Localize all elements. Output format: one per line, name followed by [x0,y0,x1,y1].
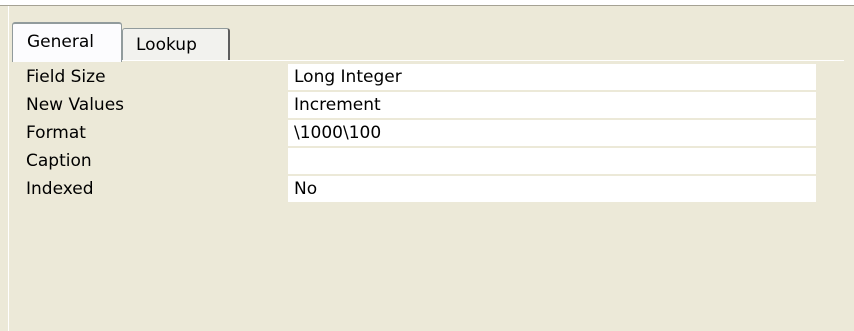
properties-list: Field Size Long Integer New Values Incre… [26,64,820,204]
property-label: New Values [26,95,125,115]
tab-lookup[interactable]: Lookup [122,28,230,60]
format-field[interactable]: \1000\100 [288,120,816,146]
property-label: Indexed [26,179,94,199]
property-label: Format [26,123,86,143]
field-size-field[interactable]: Long Integer [288,64,816,90]
tab-general[interactable]: General [12,22,122,62]
new-values-field[interactable]: Increment [288,92,816,118]
property-label: Field Size [26,67,106,87]
caption-field[interactable] [288,148,816,174]
property-row-format: Format \1000\100 [26,120,820,146]
tab-divider [14,60,844,61]
property-row-caption: Caption [26,148,820,174]
property-label: Caption [26,151,92,171]
indexed-field[interactable]: No [288,176,816,202]
property-row-indexed: Indexed No [26,176,820,202]
property-row-field-size: Field Size Long Integer [26,64,820,90]
property-row-new-values: New Values Increment [26,92,820,118]
